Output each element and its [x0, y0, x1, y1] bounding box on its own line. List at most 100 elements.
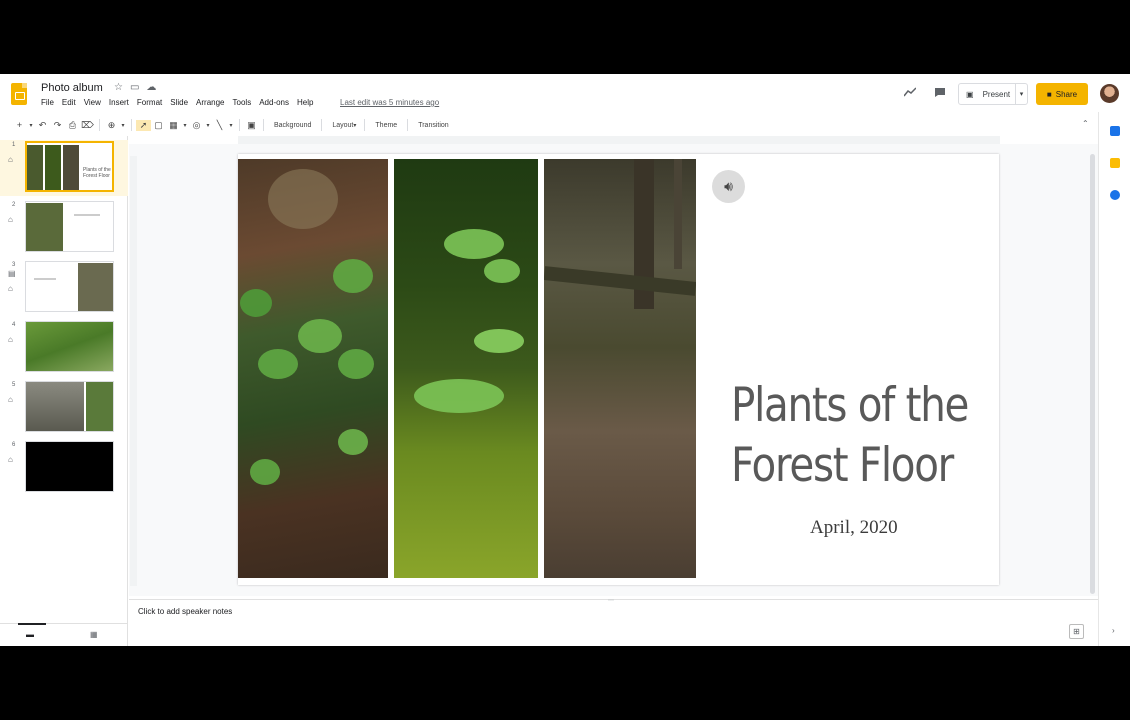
grid-view-icon[interactable]: ▦: [90, 630, 98, 639]
filmstrip-slide-3[interactable]: 3 ▤ ⌂: [0, 260, 128, 316]
menu-tools[interactable]: Tools: [233, 98, 252, 107]
avatar[interactable]: [1100, 84, 1119, 103]
forest-floor-photo-3[interactable]: [544, 159, 696, 578]
leaf: [258, 349, 298, 379]
leaf: [298, 319, 342, 353]
filmstrip-view-icon[interactable]: ▬: [26, 630, 34, 639]
layout-dropdown-icon[interactable]: ▾: [353, 122, 356, 129]
select-cursor-icon[interactable]: ➚: [136, 119, 151, 131]
last-edit-link[interactable]: Last edit was 5 minutes ago: [340, 98, 439, 107]
menu-format[interactable]: Format: [137, 98, 162, 107]
slide-subtitle[interactable]: April, 2020: [810, 517, 898, 539]
thumb-photo: [26, 382, 84, 431]
menu-arrange[interactable]: Arrange: [196, 98, 224, 107]
theme-button[interactable]: Theme: [375, 122, 397, 129]
collapse-toolbar-icon[interactable]: ⌃: [1082, 119, 1089, 128]
zoom-dropdown-icon[interactable]: ▾: [119, 122, 127, 129]
slide-thumbnail[interactable]: [25, 261, 114, 312]
line-dropdown-icon[interactable]: ▾: [227, 122, 235, 129]
insert-image-icon[interactable]: ▦: [166, 120, 181, 131]
fallen-log: [544, 266, 696, 296]
zoom-icon[interactable]: ⊕: [104, 120, 119, 131]
expand-side-panel-icon[interactable]: ›: [1112, 626, 1115, 635]
slide-thumbnail[interactable]: [25, 441, 114, 492]
new-slide-dropdown-icon[interactable]: ▾: [27, 122, 35, 129]
notes-resize-handle[interactable]: ⋯: [603, 597, 619, 604]
star-icon[interactable]: ☆: [114, 82, 123, 93]
divider: [263, 119, 264, 131]
tasks-icon[interactable]: [1110, 190, 1120, 200]
print-icon[interactable]: ⎙: [65, 120, 80, 131]
filmstrip-slide-2[interactable]: 2 ⌂: [0, 200, 128, 256]
menu-edit[interactable]: Edit: [62, 98, 76, 107]
slides-logo-icon[interactable]: [11, 83, 27, 105]
slide-thumbnail[interactable]: Plants of the Forest Floor: [25, 141, 114, 192]
vertical-scrollbar[interactable]: [1090, 154, 1095, 594]
paint-format-icon[interactable]: ⌦: [80, 120, 95, 131]
share-button[interactable]: ■ Share: [1036, 83, 1088, 105]
image-dropdown-icon[interactable]: ▾: [181, 122, 189, 129]
slide-number: 2: [12, 202, 16, 208]
slide-title[interactable]: Plants of the Forest Floor: [731, 376, 969, 496]
speaker-notes-placeholder[interactable]: Click to add speaker notes: [138, 607, 232, 616]
layout-button[interactable]: Layout: [332, 122, 353, 129]
audio-marker-icon: ⌂: [8, 215, 13, 224]
speaker-notes[interactable]: ⋯ Click to add speaker notes: [129, 597, 1098, 646]
add-comment-icon[interactable]: ▣: [244, 120, 259, 131]
app-window: Photo album ☆ ▭ ☁ File Edit View Insert …: [0, 74, 1130, 646]
background-button[interactable]: Background: [274, 122, 311, 129]
calendar-icon[interactable]: [1110, 126, 1120, 136]
audio-marker-icon: ⌂: [8, 155, 13, 164]
new-slide-icon[interactable]: +: [12, 120, 27, 130]
doc-title[interactable]: Photo album: [41, 82, 103, 94]
slide-number: 3: [12, 262, 16, 268]
thumb-title: Plants of the Forest Floor: [83, 167, 111, 179]
present-screen-icon: ▣: [966, 89, 974, 99]
slide-number: 6: [12, 442, 16, 448]
explore-icon[interactable]: ⊞: [1069, 624, 1084, 639]
keep-icon[interactable]: [1110, 158, 1120, 168]
forest-floor-photo-1[interactable]: [238, 159, 388, 578]
transition-button[interactable]: Transition: [418, 122, 448, 129]
menu-insert[interactable]: Insert: [109, 98, 129, 107]
slide-thumbnail[interactable]: [25, 321, 114, 372]
title-icons: ☆ ▭ ☁: [114, 82, 156, 93]
horizontal-ruler[interactable]: [238, 136, 1000, 144]
dry-leaf: [268, 169, 338, 229]
menu-file[interactable]: File: [41, 98, 54, 107]
undo-icon[interactable]: ↶: [35, 120, 50, 131]
audio-play-button[interactable]: 🔊︎: [712, 170, 745, 203]
filmstrip-slide-1[interactable]: 1 ⌂ Plants of the Forest Floor: [0, 140, 128, 196]
activity-trend-icon[interactable]: [903, 87, 917, 100]
fern-frond: [444, 229, 504, 259]
audio-marker-icon: ⌂: [8, 455, 13, 464]
filmstrip: 1 ⌂ Plants of the Forest Floor 2 ⌂ 3 ▤ ⌂: [0, 136, 128, 623]
menu-addons[interactable]: Add-ons: [259, 98, 289, 107]
active-view-indicator: [18, 623, 46, 625]
slide-number: 5: [12, 382, 16, 388]
forest-floor-photo-2[interactable]: [394, 159, 538, 578]
vertical-ruler[interactable]: [130, 156, 137, 586]
slide-thumbnail[interactable]: [25, 201, 114, 252]
present-button[interactable]: ▣ Present ▾: [958, 83, 1028, 105]
filmstrip-slide-4[interactable]: 4 ⌂: [0, 320, 128, 376]
slide[interactable]: 🔊︎ Plants of the Forest Floor April, 202…: [238, 154, 999, 585]
filmstrip-slide-6[interactable]: 6 ⌂: [0, 440, 128, 496]
shape-icon[interactable]: ◎: [189, 120, 204, 131]
shape-dropdown-icon[interactable]: ▾: [204, 122, 212, 129]
redo-icon[interactable]: ↷: [50, 120, 65, 131]
filmstrip-slide-5[interactable]: 5 ⌂: [0, 380, 128, 436]
present-dropdown-icon[interactable]: ▾: [1015, 84, 1027, 104]
menu-help[interactable]: Help: [297, 98, 313, 107]
audio-marker-icon: ⌂: [8, 284, 13, 293]
leaf: [338, 349, 374, 379]
slide-thumbnail[interactable]: [25, 381, 114, 432]
move-to-folder-icon[interactable]: ▭: [130, 82, 139, 93]
speaker-icon: 🔊︎: [724, 178, 733, 194]
audio-marker-icon: ⌂: [8, 335, 13, 344]
comments-icon[interactable]: [934, 87, 946, 101]
menu-slide[interactable]: Slide: [170, 98, 188, 107]
menu-view[interactable]: View: [84, 98, 101, 107]
text-box-icon[interactable]: ▢: [151, 120, 166, 131]
line-icon[interactable]: ╲: [212, 120, 227, 131]
